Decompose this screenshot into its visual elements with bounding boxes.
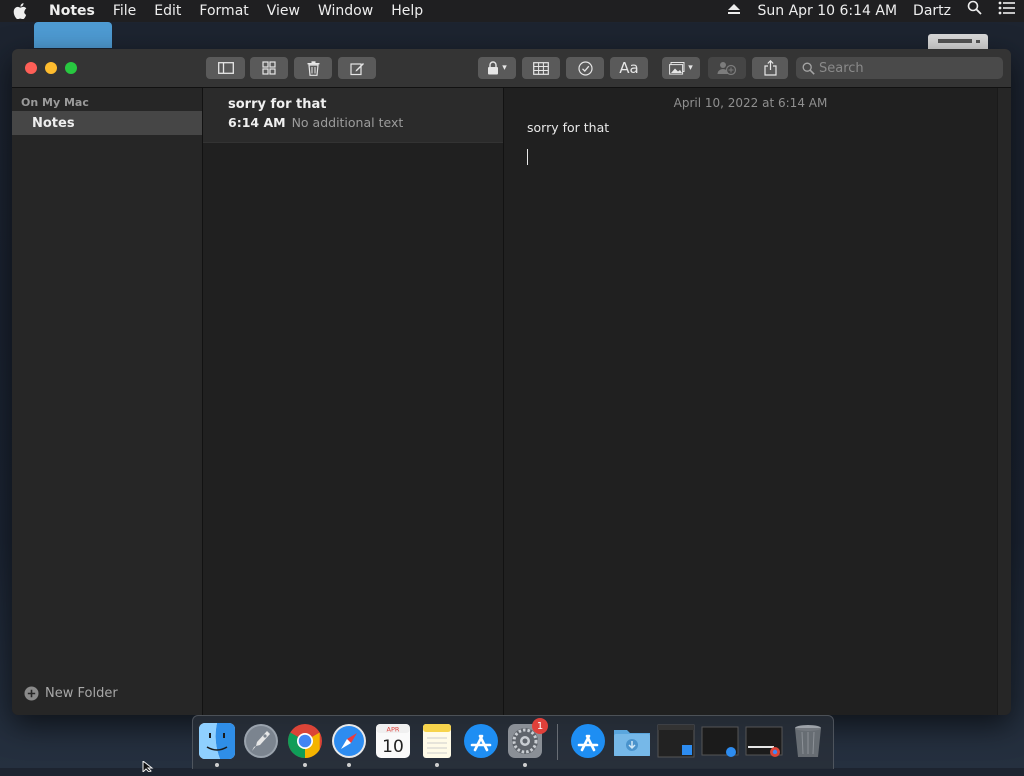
new-folder-label: New Folder bbox=[45, 686, 118, 701]
downloads-folder-icon[interactable] bbox=[613, 722, 651, 760]
grid-icon bbox=[262, 61, 276, 75]
toggle-sidebar-button[interactable] bbox=[206, 57, 245, 79]
menubar-user[interactable]: Dartz bbox=[905, 0, 959, 22]
apple-menu-icon[interactable] bbox=[0, 3, 40, 19]
trash-icon bbox=[307, 60, 319, 76]
zoom-window-button[interactable] bbox=[65, 62, 77, 74]
delete-note-button[interactable] bbox=[294, 57, 332, 79]
running-indicator bbox=[303, 763, 307, 767]
screenshot-icon[interactable] bbox=[701, 722, 739, 760]
chevron-down-icon: ▾ bbox=[502, 63, 507, 73]
search-input[interactable] bbox=[815, 60, 989, 76]
add-media-button[interactable]: ▾ bbox=[662, 57, 700, 79]
app-store-icon[interactable] bbox=[462, 722, 500, 760]
new-note-button[interactable] bbox=[338, 57, 376, 79]
chevron-down-icon: ▾ bbox=[688, 63, 693, 73]
safari-icon[interactable] bbox=[330, 722, 368, 760]
add-people-icon bbox=[717, 62, 737, 75]
menu-window[interactable]: Window bbox=[309, 0, 382, 22]
menu-file[interactable]: File bbox=[104, 0, 145, 22]
menu-format[interactable]: Format bbox=[190, 0, 257, 22]
minimize-window-button[interactable] bbox=[45, 62, 57, 74]
insert-table-button[interactable] bbox=[522, 57, 560, 79]
dock-separator bbox=[557, 724, 558, 760]
notification-center-icon[interactable] bbox=[990, 0, 1024, 22]
app-menu-notes[interactable]: Notes bbox=[40, 0, 104, 22]
note-date: April 10, 2022 at 6:14 AM bbox=[673, 96, 828, 110]
running-indicator bbox=[523, 763, 527, 767]
gallery-view-button[interactable] bbox=[250, 57, 288, 79]
list-item[interactable]: sorry for that 6:14 AM No additional text bbox=[203, 88, 503, 143]
note-editor[interactable]: April 10, 2022 at 6:14 AM sorry for that bbox=[504, 88, 997, 715]
screenshot-icon[interactable] bbox=[657, 722, 695, 760]
search-icon bbox=[802, 62, 815, 75]
add-people-button[interactable] bbox=[708, 57, 746, 79]
running-indicator bbox=[435, 763, 439, 767]
plus-circle-icon bbox=[24, 686, 39, 701]
dock: APR 10 1 bbox=[192, 715, 834, 769]
table-icon bbox=[533, 61, 549, 75]
editor-scrollbar[interactable] bbox=[997, 88, 1011, 715]
finder-icon[interactable] bbox=[198, 722, 236, 760]
window-toolbar: ▾ Aa ▾ bbox=[12, 49, 1011, 88]
checkmark-circle-icon bbox=[577, 60, 593, 76]
menu-help[interactable]: Help bbox=[382, 0, 432, 22]
spotlight-search-icon[interactable] bbox=[959, 0, 990, 22]
note-time: 6:14 AM bbox=[228, 115, 286, 130]
sidebar-icon bbox=[217, 62, 234, 74]
chrome-icon[interactable] bbox=[286, 722, 324, 760]
system-preferences-icon[interactable]: 1 bbox=[506, 718, 548, 760]
checklist-button[interactable] bbox=[566, 57, 604, 79]
notes-list: sorry for that 6:14 AM No additional text bbox=[203, 88, 504, 715]
calendar-month: APR bbox=[387, 726, 400, 734]
search-field[interactable] bbox=[796, 57, 1003, 79]
share-button[interactable] bbox=[752, 57, 788, 79]
mouse-pointer-icon bbox=[142, 757, 154, 776]
lock-icon bbox=[488, 61, 499, 75]
sidebar-section-on-my-mac: On My Mac bbox=[21, 96, 89, 109]
menubar-clock[interactable]: Sun Apr 10 6:14 AM bbox=[749, 0, 905, 22]
note-title: sorry for that bbox=[228, 97, 327, 112]
lock-note-button[interactable]: ▾ bbox=[478, 57, 516, 79]
menu-edit[interactable]: Edit bbox=[145, 0, 190, 22]
app-store-download-icon[interactable] bbox=[569, 722, 607, 760]
running-indicator bbox=[347, 763, 351, 767]
note-body-text[interactable]: sorry for that bbox=[527, 120, 609, 135]
running-indicator bbox=[215, 763, 219, 767]
menu-bar: Notes File Edit Format View Window Help … bbox=[0, 0, 1024, 22]
note-preview: No additional text bbox=[291, 115, 404, 130]
new-folder-button[interactable]: New Folder bbox=[24, 686, 118, 701]
text-cursor bbox=[527, 149, 528, 165]
notes-icon[interactable] bbox=[418, 722, 456, 760]
desktop-folder-icon[interactable] bbox=[34, 22, 112, 48]
photo-icon bbox=[669, 61, 685, 75]
sidebar-item-notes[interactable]: Notes bbox=[12, 111, 202, 135]
notes-window: ▾ Aa ▾ On My Mac Notes New bbox=[12, 49, 1011, 715]
calendar-day: 10 bbox=[382, 737, 404, 757]
eject-icon[interactable] bbox=[719, 0, 749, 22]
desktop-drive-icon[interactable] bbox=[928, 34, 988, 50]
format-text-button[interactable]: Aa bbox=[610, 57, 648, 79]
screenshot-icon[interactable] bbox=[745, 722, 783, 760]
trash-icon[interactable] bbox=[789, 722, 827, 760]
compose-icon bbox=[349, 62, 364, 75]
sidebar-item-label: Notes bbox=[32, 115, 75, 131]
menu-view[interactable]: View bbox=[258, 0, 309, 22]
folders-sidebar: On My Mac Notes New Folder bbox=[12, 88, 203, 715]
calendar-icon[interactable]: APR 10 bbox=[374, 722, 412, 760]
launchpad-icon[interactable] bbox=[242, 722, 280, 760]
notification-badge: 1 bbox=[532, 718, 548, 734]
share-icon bbox=[763, 60, 777, 76]
close-window-button[interactable] bbox=[25, 62, 37, 74]
